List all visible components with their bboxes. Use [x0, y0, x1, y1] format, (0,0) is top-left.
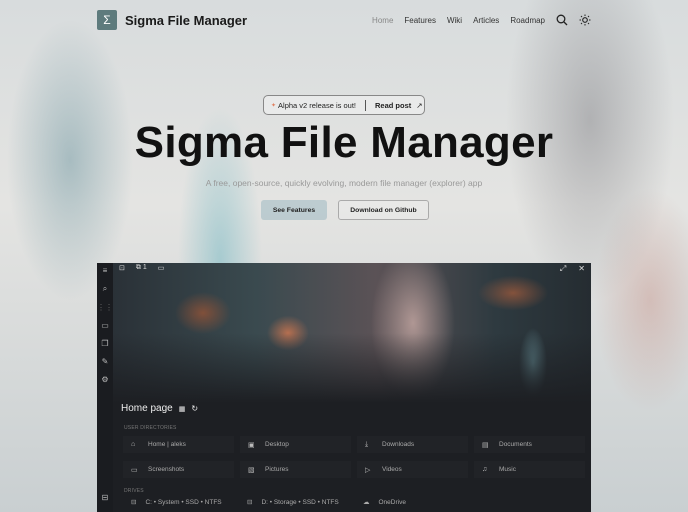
dir-label: Home | aleks: [148, 441, 186, 448]
dir-pictures[interactable]: ▧ Pictures: [240, 461, 351, 478]
page-title-text: Home page: [121, 403, 173, 414]
dir-music[interactable]: ♫ Music: [474, 461, 585, 478]
hero-title: Sigma File Manager: [134, 118, 554, 167]
search-icon[interactable]: ⌕: [103, 284, 107, 294]
home-folder-icon: ⌂: [131, 441, 136, 448]
drives-list: ⊟ C: • System • SSD • NTFS ⊟ D: • Storage …: [123, 498, 471, 507]
sun-icon[interactable]: [579, 14, 591, 26]
workspaces-icon[interactable]: ⧉ 1: [136, 264, 147, 272]
tab-count: 1: [142, 264, 147, 271]
dir-label: Music: [499, 466, 516, 473]
page-title: Home page ▦ ↻: [121, 403, 198, 414]
window-controls: ⤢ ✕: [560, 264, 585, 274]
divider: [365, 99, 366, 111]
dir-label: Screenshots: [148, 466, 185, 473]
dir-downloads[interactable]: ⤓ Downloads: [357, 436, 468, 453]
copy-icon[interactable]: ❐: [101, 339, 108, 348]
maximize-icon[interactable]: ⤢: [560, 264, 566, 274]
download-github-button[interactable]: Download on Github: [338, 200, 429, 220]
drive-icon: ⊟: [247, 499, 253, 506]
screenshot-icon: ▭: [131, 466, 138, 474]
nav-roadmap[interactable]: Roadmap: [510, 16, 545, 25]
image-icon[interactable]: ▦: [179, 405, 186, 413]
edit-icon[interactable]: ✎: [102, 357, 109, 366]
drives-label: DRIVES: [124, 488, 144, 494]
tabs-icon[interactable]: ▭: [158, 264, 165, 272]
app-screenshot: ≡ ⌕ ⋮⋮ ▭ ❐ ✎ ⚙ ⊟ ⊟ ⊡ ⧉ 1 ▭ ⤢ ✕ Home page…: [97, 263, 591, 512]
app-toolbar: ⊡ ⧉ 1 ▭: [119, 264, 164, 272]
drive-c[interactable]: ⊟ C: • System • SSD • NTFS: [123, 498, 239, 507]
drive-d[interactable]: ⊟ D: • Storage • SSD • NTFS: [239, 498, 355, 507]
drive-label: D: • Storage • SSD • NTFS: [261, 499, 339, 506]
nav-features[interactable]: Features: [404, 16, 436, 25]
download-icon: ⤓: [365, 440, 369, 448]
logo-icon[interactable]: Σ: [97, 10, 117, 30]
announcement-badge[interactable]: ✦ Alpha v2 release is out! Read post ↗: [263, 95, 425, 115]
close-icon[interactable]: ✕: [578, 264, 585, 274]
sparkle-icon: ✦: [271, 102, 277, 109]
drive-onedrive[interactable]: ☁ OneDrive: [355, 498, 471, 507]
drive-label: C: • System • SSD • NTFS: [145, 499, 222, 506]
dir-desktop[interactable]: ▣ Desktop: [240, 436, 351, 453]
refresh-icon[interactable]: ↻: [191, 404, 198, 413]
dir-documents[interactable]: ▤ Documents: [474, 436, 585, 453]
nav-articles[interactable]: Articles: [473, 16, 499, 25]
read-post-link[interactable]: Read post: [375, 101, 411, 110]
documents-icon: ▤: [482, 441, 489, 449]
user-directories-label: USER DIRECTORIES: [124, 425, 177, 431]
pictures-icon: ▧: [248, 466, 255, 474]
dir-label: Downloads: [382, 441, 415, 448]
music-icon: ♫: [482, 466, 488, 473]
app-sidebar: ≡ ⌕ ⋮⋮ ▭ ❐ ✎ ⚙ ⊟ ⊟: [97, 263, 113, 512]
dir-label: Videos: [382, 466, 402, 473]
grid-icon[interactable]: ⋮⋮: [97, 303, 113, 312]
dir-videos[interactable]: ▷ Videos: [357, 461, 468, 478]
user-directories-grid: ⌂ Home | aleks ▣ Desktop ⤓ Downloads ▤ Docum…: [123, 436, 585, 478]
cloud-icon: ☁: [363, 499, 370, 506]
dir-label: Documents: [499, 441, 532, 448]
nav-wiki[interactable]: Wiki: [447, 16, 462, 25]
notes-icon[interactable]: ⊡: [119, 264, 125, 272]
folder-icon[interactable]: ▭: [101, 321, 109, 330]
announcement-text: Alpha v2 release is out!: [278, 100, 356, 110]
drive-icon[interactable]: ⊟: [102, 493, 109, 502]
top-nav: Σ Sigma File Manager Home Features Wiki …: [97, 10, 591, 30]
video-icon: ▷: [365, 466, 371, 474]
dir-label: Desktop: [265, 441, 289, 448]
drive-label: OneDrive: [378, 499, 406, 506]
external-link-icon: ↗: [416, 100, 423, 110]
drive-icon: ⊟: [131, 499, 137, 506]
nav-home[interactable]: Home: [372, 16, 393, 25]
dir-screenshots[interactable]: ▭ Screenshots: [123, 461, 234, 478]
hero-subtitle: A free, open-source, quickly evolving, m…: [205, 178, 483, 188]
brand-name[interactable]: Sigma File Manager: [125, 13, 247, 28]
home-banner-image: [113, 263, 591, 403]
dir-home[interactable]: ⌂ Home | aleks: [123, 436, 234, 453]
dir-label: Pictures: [265, 466, 289, 473]
settings-icon[interactable]: ⚙: [101, 375, 108, 384]
see-features-button[interactable]: See Features: [261, 200, 327, 220]
desktop-icon: ▣: [248, 441, 255, 449]
menu-icon[interactable]: ≡: [103, 266, 108, 275]
search-icon[interactable]: [556, 14, 568, 26]
